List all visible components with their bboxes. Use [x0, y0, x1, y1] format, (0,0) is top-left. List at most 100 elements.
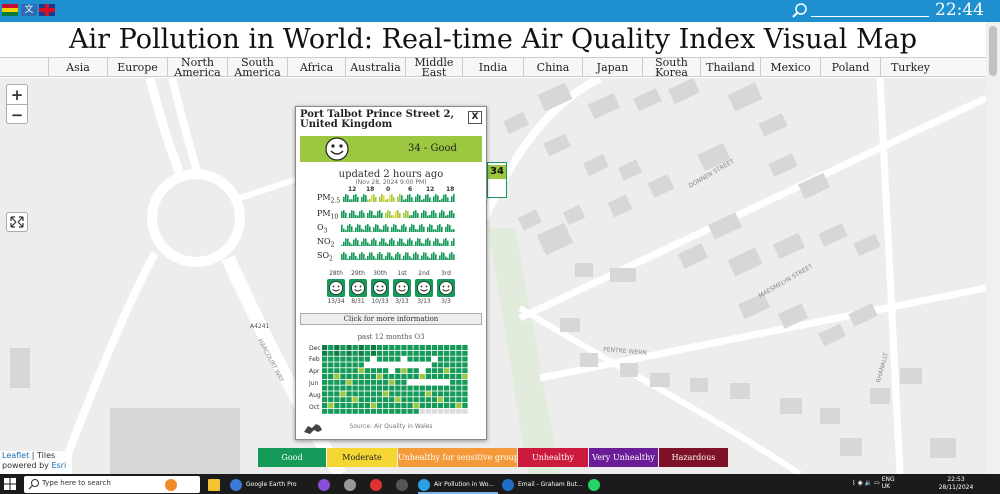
taskbar-clock[interactable]: 22:53 28/11/2024 — [938, 476, 974, 492]
legend-unhealthy[interactable]: Unhealthy — [518, 448, 588, 467]
top-bar: 文 22:44 — [0, 0, 1000, 22]
taskbar-app-browser[interactable]: Air Pollution in Wo... — [418, 475, 498, 494]
speedometer-icon[interactable] — [396, 475, 412, 494]
calendar-cell — [328, 391, 334, 397]
windows-start-icon[interactable] — [4, 478, 16, 490]
pollutant-bar — [391, 256, 393, 260]
pollutant-bar — [439, 242, 441, 246]
calendar-cell — [444, 397, 450, 403]
calendar-cell — [450, 408, 456, 414]
more-info-button[interactable]: Click for more information — [300, 313, 482, 325]
nav-item-south-korea[interactable]: South Korea — [642, 57, 700, 78]
calendar-cell — [328, 408, 334, 414]
pollutant-bar — [447, 257, 449, 260]
nav-item-poland[interactable]: Poland — [820, 58, 880, 77]
nav-item-middle-east[interactable]: Middle East — [405, 57, 462, 78]
pollutant-bar — [379, 196, 381, 202]
zoom-control: + − — [6, 84, 28, 124]
calendar-cell — [437, 403, 444, 408]
nav-item-south-america[interactable]: South America — [227, 57, 287, 78]
calendar-cell — [364, 391, 370, 397]
nav-item-africa[interactable]: Africa — [287, 58, 345, 77]
calendar-cell — [346, 356, 352, 362]
station-marker[interactable]: 34 — [487, 162, 507, 198]
pollutant-bar — [409, 194, 411, 202]
calendar-cell — [462, 362, 468, 368]
calendar-cell — [346, 350, 352, 356]
legend-moderate[interactable]: Moderate — [327, 448, 397, 467]
pollutant-bar — [409, 238, 411, 246]
legend-hazardous[interactable]: Hazardous — [659, 448, 728, 467]
zoom-out-button[interactable]: − — [7, 105, 27, 125]
nav-item-thailand[interactable]: Thailand — [700, 58, 760, 77]
taskbar-app-email[interactable]: Email - Graham But... — [502, 475, 583, 494]
calendar-cell — [328, 374, 334, 379]
close-button[interactable]: X — [468, 111, 482, 124]
nav-item-north-america[interactable]: North America — [167, 57, 227, 78]
zoom-in-button[interactable]: + — [7, 85, 27, 105]
weather-icon[interactable] — [165, 475, 181, 494]
calendar-cell — [456, 403, 462, 408]
app-icon[interactable] — [318, 475, 334, 494]
pollutant-bar — [435, 194, 437, 202]
lang-indicator: ENG UK — [881, 476, 895, 490]
legend-unhealthy-for-sensitive-groups[interactable]: Unhealthy for sensitive groups — [398, 448, 523, 467]
forecast-smiley-icon — [393, 279, 411, 297]
forecast-day: 30th — [373, 270, 387, 277]
calendar-cell — [328, 385, 334, 391]
calendar-cell — [401, 374, 407, 379]
scrollbar[interactable] — [986, 22, 1000, 474]
nav-item-turkey[interactable]: Turkey — [880, 58, 940, 77]
uk-flag-icon[interactable] — [39, 4, 55, 16]
pollutant-bar — [345, 229, 347, 232]
calendar-cell — [383, 408, 389, 414]
pollutant-bar — [373, 194, 375, 202]
calendar-cell — [425, 362, 431, 368]
nav-item-australia[interactable]: Australia — [345, 58, 405, 77]
system-tray[interactable]: ᛒ ◉ 🔉 ▭ ENG UK — [852, 476, 895, 490]
calendar-cell — [322, 385, 328, 391]
calendar-cell — [383, 350, 389, 356]
taskbar-app-google-earth[interactable]: Google Earth Pro — [230, 475, 302, 494]
pollutant-label: SO2 — [317, 251, 333, 263]
pollutant-bar — [365, 238, 367, 246]
past-months-label: past 12 months O3 — [357, 333, 425, 341]
whatsapp-icon[interactable] — [588, 475, 604, 494]
maps-icon[interactable] — [370, 475, 386, 494]
nav-item-japan[interactable]: Japan — [582, 58, 642, 77]
file-explorer-icon[interactable] — [208, 475, 224, 494]
pollutant-bar — [441, 210, 443, 218]
search-icon[interactable] — [791, 2, 809, 20]
search-input[interactable] — [811, 16, 929, 17]
esri-link[interactable]: Esri — [51, 461, 66, 470]
nav-item-india[interactable]: India — [462, 58, 523, 77]
calendar-cell — [389, 362, 395, 368]
pollutant-bar — [375, 197, 377, 202]
calendar-cell — [395, 350, 401, 356]
leaflet-link[interactable]: Leaflet — [2, 451, 29, 460]
flag-icon[interactable] — [2, 4, 18, 16]
calendar-cell — [407, 397, 413, 403]
search-icon — [28, 479, 39, 490]
legend-good[interactable]: Good — [258, 448, 326, 467]
pollutant-bar — [377, 224, 379, 232]
calendar-cell — [431, 385, 438, 391]
nav-item-asia[interactable]: Asia — [48, 58, 107, 77]
nav-item-china[interactable]: China — [523, 58, 582, 77]
nav-item-europe[interactable]: Europe — [107, 58, 167, 77]
pollutant-bar — [383, 225, 385, 232]
legend-very-unhealthy[interactable]: Very Unhealthy — [589, 448, 658, 467]
street-label: RHANALLT — [875, 352, 890, 384]
translate-icon[interactable]: 文 — [21, 4, 37, 16]
pollutant-bar — [431, 210, 433, 218]
nav-item-mexico[interactable]: Mexico — [760, 58, 820, 77]
calendar-cell — [328, 356, 334, 362]
pollutant-bar — [419, 195, 421, 202]
fullscreen-button[interactable] — [6, 212, 28, 232]
pollutant-bar — [341, 253, 343, 260]
pollutant-bar — [383, 195, 385, 202]
map[interactable]: DONNEN STREET MAESMELYN STREET PENTRE WE… — [0, 78, 986, 474]
calendar-cell — [370, 374, 377, 379]
app-icon[interactable] — [344, 475, 360, 494]
calendar-cell — [401, 385, 407, 391]
